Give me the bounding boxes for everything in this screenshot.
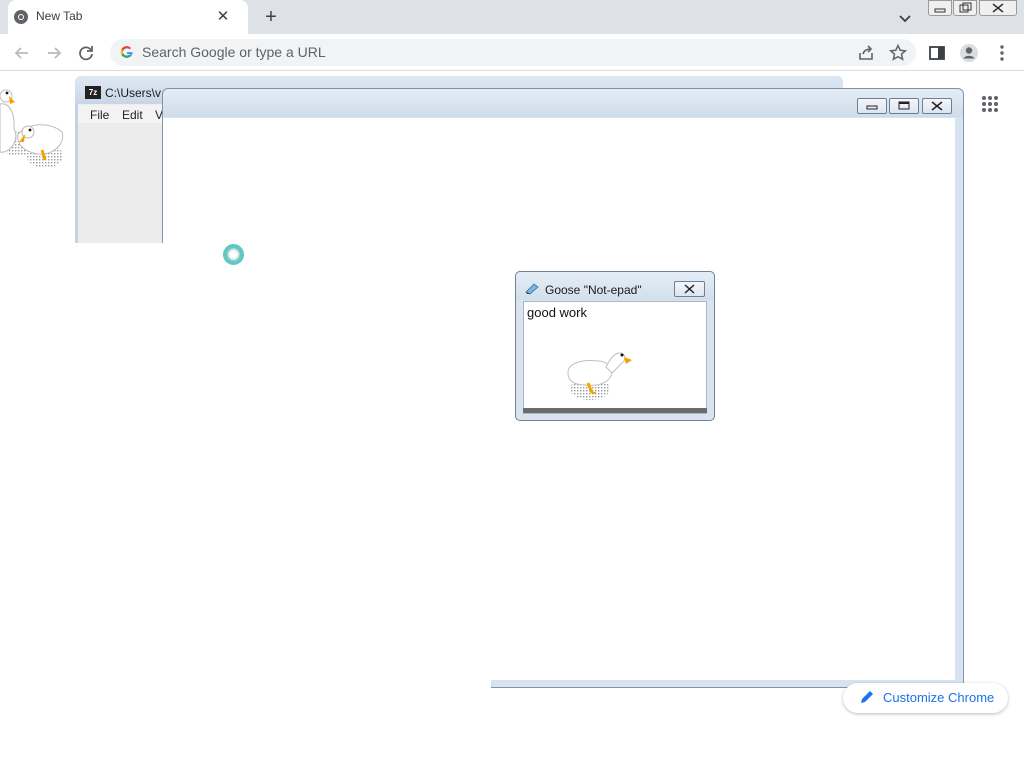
goose-notepad-text: good work: [527, 305, 587, 320]
blank-window-maximize-button[interactable]: [889, 98, 919, 114]
new-tab-button[interactable]: +: [259, 5, 283, 29]
reload-icon[interactable]: [75, 42, 97, 64]
window-minimize-button[interactable]: [928, 0, 952, 16]
menu-edit[interactable]: Edit: [122, 108, 143, 122]
google-apps-icon[interactable]: [981, 95, 999, 113]
7zip-icon: 7z: [85, 86, 101, 99]
customize-chrome-label[interactable]: Customize Chrome: [883, 690, 994, 705]
blank-window-minimize-button[interactable]: [857, 98, 887, 114]
notepad-icon: [525, 283, 539, 295]
chrome-logo-icon: [14, 10, 28, 24]
menu-file[interactable]: File: [90, 108, 109, 122]
goose-notepad-scrollbar[interactable]: [523, 408, 707, 413]
google-g-icon: [120, 46, 133, 58]
side-panel-icon[interactable]: [926, 42, 948, 64]
7zip-body: [76, 123, 164, 243]
tab-title: New Tab: [36, 9, 83, 23]
blank-window-close-button[interactable]: [922, 98, 952, 114]
window-restore-button[interactable]: [953, 0, 977, 16]
share-icon[interactable]: [855, 42, 877, 64]
busy-cursor-icon: [223, 244, 244, 265]
pencil-icon: [861, 691, 873, 703]
forward-arrow-icon[interactable]: [43, 42, 65, 64]
tab-close-icon[interactable]: ✕: [214, 8, 232, 26]
goose-sprite: [0, 89, 64, 168]
7zip-caption: C:\Users\v: [105, 86, 162, 100]
bookmark-star-icon[interactable]: [887, 42, 909, 64]
7zip-frame-edge: [75, 104, 78, 243]
blank-window-inner-edge: [163, 118, 171, 243]
goose-notepad-close-button[interactable]: [674, 281, 705, 297]
chevron-down-icon[interactable]: [895, 8, 915, 28]
goose-notepad-caption: Goose "Not-epad": [545, 283, 642, 297]
profile-avatar-icon[interactable]: [958, 42, 980, 64]
menu-kebab-icon[interactable]: [991, 42, 1013, 64]
window-close-button[interactable]: [979, 0, 1017, 16]
goose-sprite: [567, 352, 632, 400]
desktop-background: [0, 243, 491, 768]
back-arrow-icon[interactable]: [11, 42, 33, 64]
omnibox-placeholder[interactable]: Search Google or type a URL: [142, 44, 326, 60]
blank-window-titlebar[interactable]: [163, 89, 963, 117]
